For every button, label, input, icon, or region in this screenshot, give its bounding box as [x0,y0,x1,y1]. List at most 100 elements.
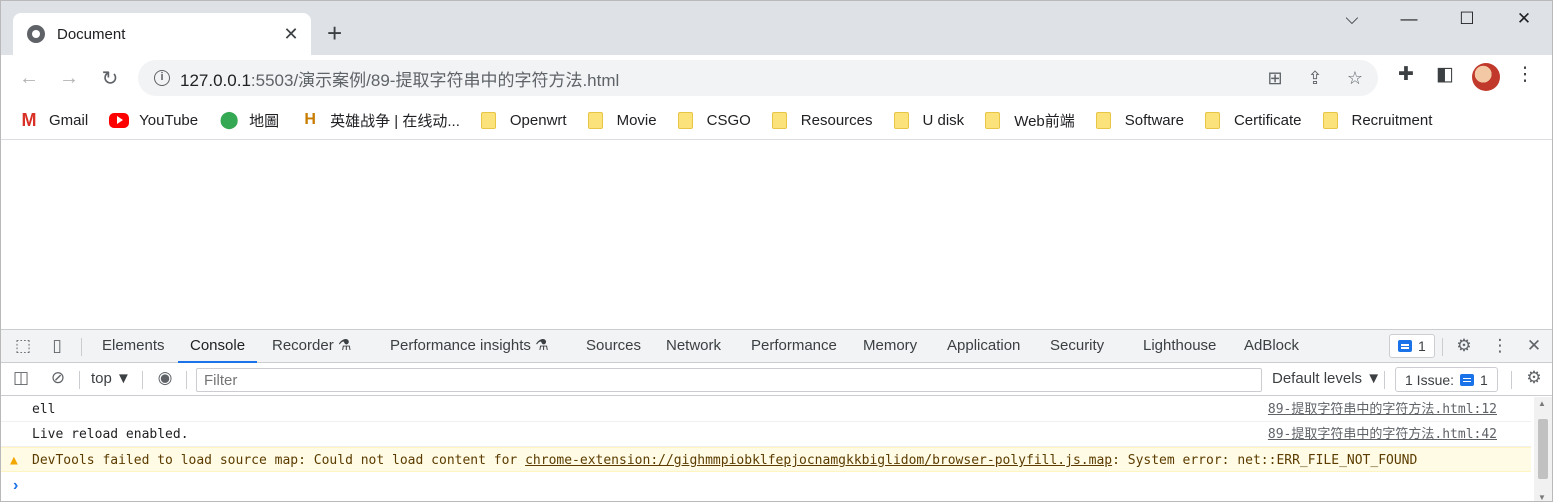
url-host: 127.0.0.1 [180,70,251,90]
settings-gear-icon[interactable]: ⚙ [1453,336,1475,356]
folder-icon [1095,111,1111,129]
tab-sources[interactable]: Sources [586,330,641,363]
forward-button[interactable]: → [54,63,84,93]
close-tab-icon[interactable]: ✕ [281,24,301,45]
bookmark-folder-udisk[interactable]: U disk [893,111,965,129]
devtools-menu-icon[interactable]: ⋮ [1489,336,1511,356]
bookmark-folder-recruitment[interactable]: Recruitment [1322,111,1433,129]
maximize-button[interactable]: ☐ [1447,9,1487,29]
devtools-tab-bar: ⬚ ▯ Elements Console Recorder ⚗ Performa… [1,330,1552,363]
close-devtools-icon[interactable]: ✕ [1523,336,1545,356]
folder-icon [771,111,787,129]
bookmark-maps[interactable]: ⬤ 地圖 [219,110,280,131]
divider [1442,338,1443,356]
bookmark-youtube[interactable]: YouTube [109,112,198,129]
bookmark-folder-csgo[interactable]: CSGO [677,111,751,129]
console-filter-input[interactable] [196,368,1262,392]
console-scrollbar[interactable]: ▲ ▼ [1534,397,1552,501]
folder-icon [587,111,603,129]
extensions-puzzle-icon[interactable]: ✚ [1393,63,1419,86]
log-text: ell [32,402,56,417]
tab-recorder[interactable]: Recorder ⚗ [272,330,351,363]
profile-avatar[interactable] [1472,63,1500,91]
issues-button[interactable]: 1 Issue: 1 [1395,367,1498,392]
game-icon: H [304,111,316,128]
folder-icon [985,111,1001,129]
bookmark-folder-openwrt[interactable]: Openwrt [480,111,567,129]
bookmark-star-icon[interactable]: ☆ [1344,68,1366,89]
minimize-button[interactable]: — [1389,9,1429,29]
console-log-row: ell 89-提取字符串中的字符方法.html:12 [1,397,1531,422]
message-count: 1 [1418,338,1426,354]
tab-elements[interactable]: Elements [102,330,165,363]
divider [1384,371,1385,389]
bookmark-folder-certificate[interactable]: Certificate [1204,111,1302,129]
bookmark-label: 英雄战争 | 在线动... [330,112,460,130]
tab-performance-insights[interactable]: Performance insights ⚗ [390,330,549,363]
bookmark-label: Software [1124,111,1184,129]
reload-button[interactable]: ↻ [95,63,125,93]
warning-icon: ▲ [10,453,18,468]
messages-badge[interactable]: 1 [1389,334,1435,358]
inspect-element-icon[interactable]: ⬚ [12,336,34,356]
console-prompt[interactable]: › [13,477,18,495]
tab-lighthouse[interactable]: Lighthouse [1143,330,1216,363]
console-warning-row: ▲ DevTools failed to load source map: Co… [1,447,1531,472]
bookmark-label: Openwrt [509,111,567,129]
site-info-icon[interactable]: i [154,70,170,86]
console-toolbar: ◫ ⊘ top ▼ ◉ Default levels ▼ 1 Issue: 1 … [1,363,1552,396]
bookmark-label: U disk [922,111,965,129]
bookmark-label: Recruitment [1351,111,1433,129]
tab-title: Document [57,25,126,43]
warning-prefix: DevTools failed to load source map: Coul… [32,453,526,468]
bookmark-label: Web前端 [1014,112,1075,130]
bookmark-folder-software[interactable]: Software [1095,111,1184,129]
tab-document[interactable]: Document ✕ [13,13,311,55]
clear-console-icon[interactable]: ⊘ [47,368,69,388]
scroll-up-icon[interactable]: ▲ [1538,399,1546,408]
close-window-button[interactable]: ✕ [1504,9,1544,29]
bookmark-gmail[interactable]: M Gmail [19,111,89,129]
menu-kebab-icon[interactable]: ⋮ [1512,63,1538,86]
log-source-link[interactable]: 89-提取字符串中的字符方法.html:12 [1268,397,1497,422]
tab-memory[interactable]: Memory [863,330,917,363]
tab-application[interactable]: Application [947,330,1020,363]
bookmark-game[interactable]: H 英雄战争 | 在线动... [300,110,460,131]
scroll-down-icon[interactable]: ▼ [1538,493,1546,501]
live-expression-eye-icon[interactable]: ◉ [154,368,176,388]
bookmark-folder-movie[interactable]: Movie [587,111,657,129]
browser-window: Document ✕ + ⌵ — ☐ ✕ ← → ↻ i 127.0.0.1:5… [0,0,1553,502]
divider [81,338,82,356]
share-icon[interactable]: ⇪ [1304,68,1326,89]
bookmark-label: Movie [616,111,657,129]
url-text[interactable]: 127.0.0.1:5503/演示案例/89-提取字符串中的字符方法.html [180,66,619,91]
scrollbar-thumb[interactable] [1538,419,1548,479]
tab-performance[interactable]: Performance [751,330,837,363]
log-levels-dropdown[interactable]: Default levels ▼ [1272,370,1381,387]
console-settings-gear-icon[interactable]: ⚙ [1523,368,1545,388]
tab-network[interactable]: Network [666,330,721,363]
page-viewport[interactable] [1,141,1552,329]
sidebar-toggle-icon[interactable]: ◫ [10,368,32,388]
new-tab-button[interactable]: + [327,19,342,47]
tab-console[interactable]: Console [178,330,258,363]
tab-strip: Document ✕ + ⌵ — ☐ ✕ [1,1,1552,55]
youtube-icon [109,112,130,128]
tab-adblock[interactable]: AdBlock [1244,330,1299,363]
address-bar[interactable]: i 127.0.0.1:5503/演示案例/89-提取字符串中的字符方法.htm… [138,60,1378,96]
issues-label: 1 Issue: [1405,371,1455,388]
tab-security[interactable]: Security [1050,330,1104,363]
bookmark-folder-web[interactable]: Web前端 [985,110,1075,131]
translate-icon[interactable]: ⊞ [1264,68,1286,89]
device-toolbar-icon[interactable]: ▯ [46,336,68,356]
message-icon [1398,340,1412,352]
divider [1511,371,1512,389]
tab-search-icon[interactable]: ⌵ [1332,9,1372,29]
bookmark-folder-resources[interactable]: Resources [771,111,873,129]
side-panel-icon[interactable]: ◧ [1432,63,1458,86]
context-selector[interactable]: top ▼ [91,370,131,387]
log-source-link[interactable]: 89-提取字符串中的字符方法.html:42 [1268,422,1497,447]
back-button[interactable]: ← [14,63,44,93]
warning-suffix: : System error: net::ERR_FILE_NOT_FOUND [1112,453,1418,468]
warning-link[interactable]: chrome-extension://gighmmpiobklfepjocnam… [525,453,1112,468]
